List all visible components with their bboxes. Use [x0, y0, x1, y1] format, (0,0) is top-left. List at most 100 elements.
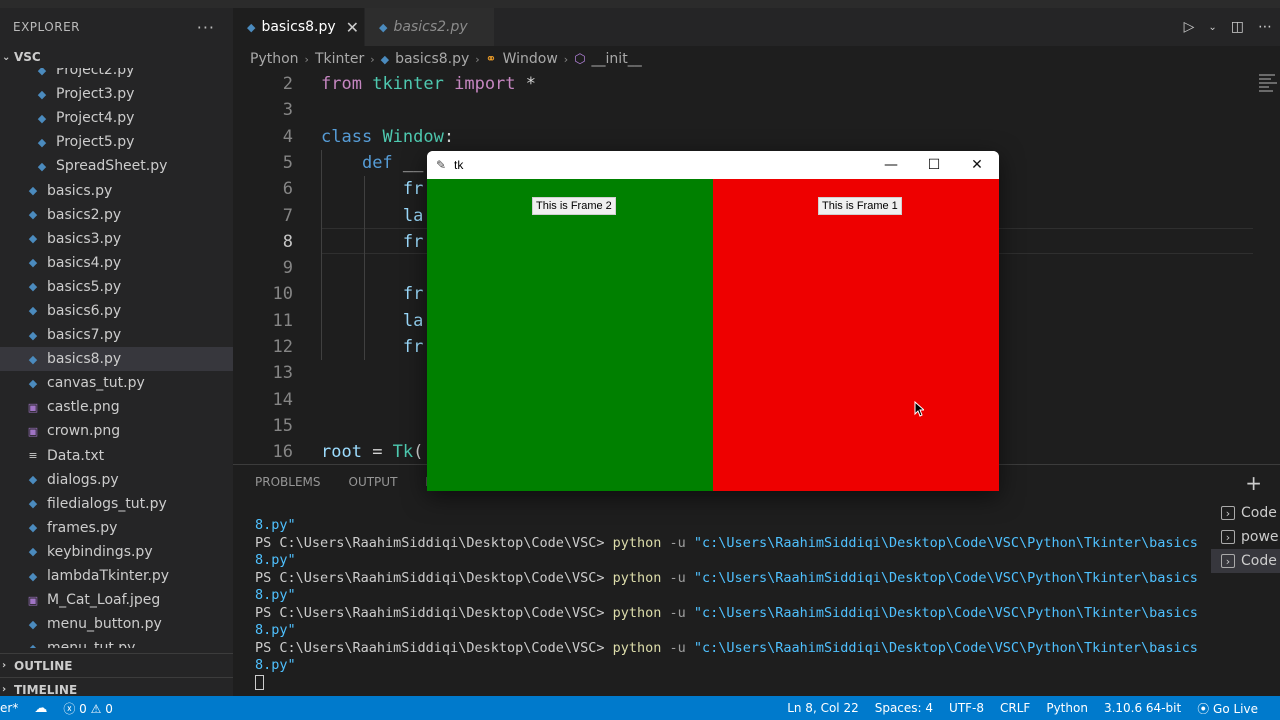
maximize-icon[interactable]: ☐ — [912, 151, 956, 179]
file-label: SpreadSheet.py — [56, 158, 168, 175]
terminal-icon: › — [1221, 554, 1235, 568]
terminal-instance[interactable]: › powe — [1211, 525, 1280, 549]
file-label: filedialogs_tut.py — [47, 495, 167, 512]
file-item[interactable]: ◆ lambdaTkinter.py — [0, 564, 233, 588]
status-left-label[interactable]: er* — [0, 701, 18, 715]
tk-titlebar[interactable]: ✎ tk — ☐ ✕ — [427, 151, 999, 179]
file-item[interactable]: ◆ basics7.py — [0, 323, 233, 347]
status-bar: er* ☁ ⓧ 0 ⚠ 0 Ln 8, Col 22 Spaces: 4 UTF… — [0, 696, 1280, 720]
chevron-down-icon[interactable]: ⌄ — [1208, 22, 1216, 33]
code-line[interactable]: 4 class Window: — [233, 124, 1253, 150]
file-item[interactable]: ◆ menu_button.py — [0, 612, 233, 636]
problems-indicator[interactable]: ⓧ 0 ⚠ 0 — [63, 700, 113, 717]
minimize-icon[interactable]: — — [869, 151, 913, 179]
file-label: basics3.py — [47, 230, 122, 247]
language-mode[interactable]: Python — [1046, 701, 1088, 715]
tab-problems[interactable]: PROBLEMS — [255, 475, 321, 489]
folder-vsc[interactable]: ⌄ VSC — [0, 46, 233, 68]
file-item[interactable]: ◆ Project4.py — [0, 106, 233, 130]
terminal-line: PS C:\Users\RaahimSiddiqi\Desktop\Code\V… — [255, 569, 1198, 586]
close-tab-icon[interactable]: ✕ — [346, 18, 359, 37]
file-item[interactable]: ◆ menu_tut.py — [0, 636, 233, 648]
outline-section[interactable]: › OUTLINE — [0, 653, 233, 677]
file-item[interactable]: ◆ basics2.py — [0, 203, 233, 227]
encoding[interactable]: UTF-8 — [949, 701, 984, 715]
more-actions-icon[interactable]: ··· — [197, 18, 215, 37]
file-item[interactable]: ▣ M_Cat_Loaf.jpeg — [0, 588, 233, 612]
file-item[interactable]: ◆ Project5.py — [0, 130, 233, 154]
file-item[interactable]: ◆ basics6.py — [0, 299, 233, 323]
code-text: class Window: — [321, 126, 455, 147]
breadcrumb-python[interactable]: Python — [250, 51, 299, 67]
python-file-icon: ◆ — [37, 135, 47, 149]
python-file-icon: ◆ — [28, 232, 38, 246]
indentation[interactable]: Spaces: 4 — [875, 701, 933, 715]
file-item[interactable]: ◆ filedialogs_tut.py — [0, 492, 233, 516]
end-of-line[interactable]: CRLF — [1000, 701, 1030, 715]
file-item[interactable]: ≡ Data.txt — [0, 444, 233, 468]
new-terminal-icon[interactable]: + — [1245, 471, 1262, 495]
file-item[interactable]: ◆ dialogs.py — [0, 468, 233, 492]
file-label: dialogs.py — [47, 471, 119, 488]
file-item[interactable]: ◆ canvas_tut.py — [0, 371, 233, 395]
editor-actions: ▷ ⌄ ◫ ⋯ — [1184, 8, 1272, 46]
breadcrumb-tkinter[interactable]: Tkinter — [315, 51, 364, 67]
breadcrumb-class[interactable]: Window — [503, 51, 558, 67]
tab-basics2[interactable]: ◆ basics2.py — [365, 8, 495, 46]
code-line[interactable]: 3 — [233, 97, 1253, 123]
error-icon: ⓧ — [63, 701, 76, 716]
file-label: basics.py — [47, 182, 113, 199]
more-actions-icon[interactable]: ⋯ — [1258, 19, 1272, 35]
file-item[interactable]: ◆ basics5.py — [0, 275, 233, 299]
file-item[interactable]: ◆ basics.py — [0, 178, 233, 202]
mouse-cursor-icon — [914, 401, 924, 417]
chevron-right-icon: › — [563, 52, 569, 66]
file-tree: ◆ Project2.py ◆ Project3.py ◆ Project4.py ◆ Pro… — [0, 68, 233, 648]
panel-tabs: PROBLEMS OUTPUT DE — [255, 475, 442, 489]
cursor-position[interactable]: Ln 8, Col 22 — [787, 701, 859, 715]
python-file-icon: ◆ — [37, 87, 47, 101]
python-file-icon: ◆ — [28, 184, 38, 198]
file-label: crown.png — [47, 423, 121, 440]
file-item[interactable]: ▣ crown.png — [0, 419, 233, 443]
split-editor-icon[interactable]: ◫ — [1231, 19, 1244, 35]
timeline-label: TIMELINE — [14, 682, 78, 697]
remote-icon[interactable]: ☁ — [34, 701, 47, 716]
file-item[interactable]: ◆ basics3.py — [0, 227, 233, 251]
file-item[interactable]: ◆ keybindings.py — [0, 540, 233, 564]
tab-label: basics2.py — [393, 19, 468, 35]
minimap[interactable] — [1259, 72, 1280, 112]
line-number: 15 — [272, 415, 293, 436]
tk-window[interactable]: ✎ tk — ☐ ✕ This is Frame 2 This is Frame… — [427, 151, 999, 491]
go-live-button[interactable]: ⦿ Go Live — [1197, 700, 1258, 717]
line-number: 8 — [282, 231, 293, 252]
file-item[interactable]: ◆ frames.py — [0, 516, 233, 540]
file-item[interactable]: ◆ Project2.py — [0, 68, 233, 82]
file-item[interactable]: ▣ castle.png — [0, 395, 233, 419]
tab-basics8[interactable]: ◆ basics8.py ✕ — [233, 8, 365, 46]
terminal-output[interactable]: 8.py" PS C:\Users\RaahimSiddiqi\Desktop\C… — [255, 517, 1210, 692]
file-item[interactable]: ◆ Project3.py — [0, 82, 233, 106]
terminal-instance-label: powe — [1241, 529, 1279, 545]
timeline-section[interactable]: › TIMELINE — [0, 677, 233, 696]
run-icon[interactable]: ▷ — [1184, 19, 1195, 35]
line-number: 9 — [282, 258, 293, 279]
line-number: 14 — [272, 389, 293, 410]
file-item[interactable]: ◆ basics4.py — [0, 251, 233, 275]
line-number: 11 — [272, 310, 293, 331]
close-icon[interactable]: ✕ — [955, 151, 999, 179]
file-item[interactable]: ◆ SpreadSheet.py — [0, 154, 233, 178]
file-item[interactable]: ◆ basics8.py — [0, 347, 233, 372]
python-file-icon: ◆ — [28, 208, 38, 222]
code-line[interactable]: 2 from tkinter import * — [233, 72, 1253, 97]
tab-output[interactable]: OUTPUT — [349, 475, 398, 489]
python-file-icon: ◆ — [37, 159, 47, 173]
file-label: basics6.py — [47, 302, 122, 319]
go-live-label: Go Live — [1213, 701, 1258, 716]
terminal-instance[interactable]: › Code — [1211, 501, 1280, 525]
python-interpreter[interactable]: 3.10.6 64-bit — [1104, 701, 1181, 715]
explorer-title: EXPLORER — [13, 20, 80, 34]
breadcrumb-method[interactable]: __init__ — [592, 51, 642, 67]
terminal-instance[interactable]: › Code — [1211, 549, 1280, 573]
breadcrumb-file[interactable]: basics8.py — [395, 51, 469, 67]
